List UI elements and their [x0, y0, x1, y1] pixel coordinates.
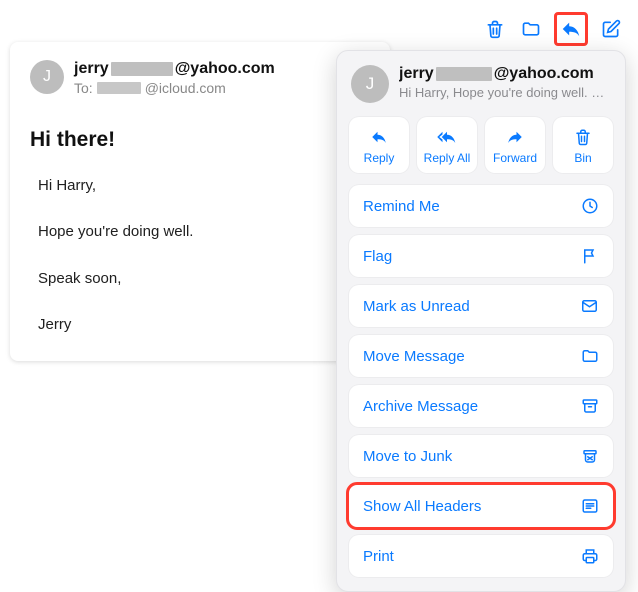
- forward-icon: [505, 127, 525, 147]
- menu-list: Remind Me Flag Mark as Unread Move Messa…: [349, 185, 613, 577]
- popover-avatar: J: [351, 65, 389, 103]
- email-card: J jerry @yahoo.com To: @icloud.com Hi the…: [10, 42, 390, 361]
- to-suffix: @icloud.com: [145, 80, 226, 96]
- email-subject: Hi there!: [30, 128, 370, 152]
- from-prefix: jerry: [74, 60, 109, 78]
- menu-label: Mark as Unread: [363, 298, 470, 315]
- menu-flag[interactable]: Flag: [349, 235, 613, 277]
- menu-label: Move to Junk: [363, 448, 452, 465]
- menu-label: Remind Me: [363, 198, 440, 215]
- from-suffix: @yahoo.com: [494, 65, 594, 83]
- headers-icon: [581, 497, 599, 515]
- body-line: Jerry: [38, 315, 370, 335]
- reply-all-icon: [436, 127, 458, 147]
- compose-icon: [601, 19, 621, 39]
- bin-button[interactable]: Bin: [553, 117, 613, 173]
- menu-print[interactable]: Print: [349, 535, 613, 577]
- reply-button[interactable]: Reply: [349, 117, 409, 173]
- toolbar: [482, 12, 624, 46]
- envelope-icon: [580, 297, 599, 315]
- menu-move-to-junk[interactable]: Move to Junk: [349, 435, 613, 477]
- from-prefix: jerry: [399, 65, 434, 83]
- to-label: To:: [74, 80, 93, 96]
- menu-label: Print: [363, 548, 394, 565]
- folder-icon: [521, 19, 541, 39]
- menu-mark-unread[interactable]: Mark as Unread: [349, 285, 613, 327]
- action-label: Bin: [574, 151, 591, 165]
- popover-preview: Hi Harry, Hope you're doing well. …: [399, 85, 611, 100]
- redacted-text: [436, 67, 492, 81]
- reply-icon: [369, 127, 389, 147]
- menu-move-message[interactable]: Move Message: [349, 335, 613, 377]
- menu-show-all-headers[interactable]: Show All Headers: [349, 485, 613, 527]
- body-line: Hi Harry,: [38, 176, 370, 196]
- flag-icon: [581, 247, 599, 265]
- folder-icon: [581, 347, 599, 365]
- archive-icon: [581, 397, 599, 415]
- archive-button[interactable]: [518, 16, 544, 42]
- to-line: To: @icloud.com: [74, 80, 370, 96]
- action-label: Forward: [493, 151, 537, 165]
- action-popover: J jerry @yahoo.com Hi Harry, Hope you're …: [336, 50, 626, 592]
- menu-label: Flag: [363, 248, 392, 265]
- redacted-text: [111, 62, 173, 76]
- menu-remind-me[interactable]: Remind Me: [349, 185, 613, 227]
- trash-icon: [485, 19, 505, 39]
- sender-avatar: J: [30, 60, 64, 94]
- compose-button[interactable]: [598, 16, 624, 42]
- redacted-text: [97, 82, 141, 94]
- email-body: Hi Harry, Hope you're doing well. Speak …: [30, 176, 370, 335]
- trash-button[interactable]: [482, 16, 508, 42]
- action-label: Reply: [364, 151, 395, 165]
- menu-label: Move Message: [363, 348, 465, 365]
- from-address: jerry @yahoo.com: [74, 60, 370, 78]
- junk-icon: [581, 447, 599, 465]
- menu-label: Show All Headers: [363, 498, 481, 515]
- reply-button-toolbar[interactable]: [554, 12, 588, 46]
- menu-archive-message[interactable]: Archive Message: [349, 385, 613, 427]
- quick-actions: Reply Reply All Forward Bin: [349, 117, 613, 173]
- body-line: Hope you're doing well.: [38, 222, 370, 242]
- reply-arrow-icon: [560, 18, 582, 40]
- action-label: Reply All: [424, 151, 471, 165]
- popover-from: jerry @yahoo.com: [399, 65, 611, 83]
- clock-icon: [581, 197, 599, 215]
- body-line: Speak soon,: [38, 269, 370, 289]
- bin-icon: [574, 127, 592, 147]
- print-icon: [581, 547, 599, 565]
- from-suffix: @yahoo.com: [175, 60, 275, 78]
- menu-label: Archive Message: [363, 398, 478, 415]
- forward-button[interactable]: Forward: [485, 117, 545, 173]
- reply-all-button[interactable]: Reply All: [417, 117, 477, 173]
